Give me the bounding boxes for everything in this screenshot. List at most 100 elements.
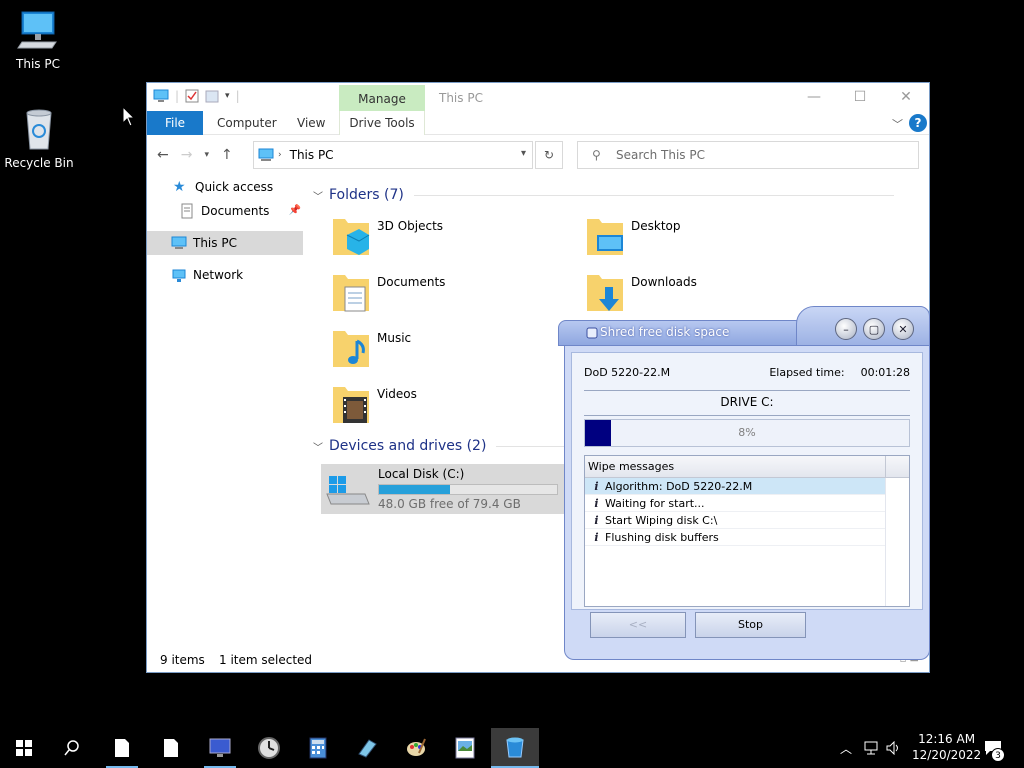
list-item[interactable]: i Waiting for start...	[585, 495, 885, 512]
sidebar-item-this-pc[interactable]: This PC	[147, 231, 303, 255]
group-header-label: Devices and drives (2)	[329, 438, 487, 454]
taskbar-app-monitor[interactable]	[196, 728, 244, 768]
close-button[interactable]: ✕	[883, 83, 929, 111]
folder-label: 3D Objects	[377, 219, 444, 233]
folder-videos[interactable]: Videos	[331, 381, 417, 431]
folder-label: Documents	[377, 275, 446, 289]
taskbar-clock[interactable]: 12:16 AM 12/20/2022	[912, 731, 981, 763]
list-item[interactable]: i Flushing disk buffers	[585, 529, 885, 546]
window-controls: — ☐ ✕	[791, 83, 929, 111]
computer-icon[interactable]	[153, 89, 169, 103]
forward-arrow-icon[interactable]: →	[181, 147, 193, 163]
shredder-icon	[586, 327, 598, 339]
folder-desktop[interactable]: Desktop	[585, 213, 681, 263]
refresh-button[interactable]: ↻	[535, 141, 563, 169]
folder-documents[interactable]: Documents	[331, 269, 445, 319]
list-item[interactable]: i Start Wiping disk C:\	[585, 512, 885, 529]
sidebar-item-quick-access[interactable]: ★ Quick access	[173, 175, 273, 199]
window-title: This PC	[439, 91, 483, 105]
expand-ribbon-icon[interactable]: ﹀	[892, 116, 903, 132]
taskbar-app-clock[interactable]	[245, 728, 293, 768]
taskbar-app-picture-viewer[interactable]	[441, 728, 489, 768]
folder-3d-objects[interactable]: 3D Objects	[331, 213, 443, 263]
chevron-down-icon[interactable]: ▾	[521, 148, 526, 159]
volume-icon[interactable]	[886, 741, 902, 755]
elapsed-label: Elapsed time:	[769, 366, 845, 379]
divider	[584, 415, 910, 416]
clock-time: 12:16 AM	[918, 732, 976, 746]
document-icon	[115, 739, 129, 757]
action-center-button[interactable]: 3	[978, 728, 1024, 768]
chevron-down-icon: ﹀	[313, 191, 323, 203]
list-header[interactable]: Wipe messages	[585, 456, 909, 478]
stop-button[interactable]: Stop	[695, 612, 806, 638]
sidebar-item-network[interactable]: Network	[171, 263, 243, 287]
tab-view[interactable]: View	[297, 111, 325, 135]
drive-local-disk-c[interactable]: Local Disk (C:) 48.0 GB free of 79.4 GB	[321, 464, 569, 514]
info-icon: i	[594, 530, 599, 544]
windows-logo-icon	[16, 740, 32, 756]
selection-count: 1 item selected	[219, 653, 313, 667]
recycle-bin-icon	[506, 737, 524, 758]
maximize-button[interactable]: ▢	[863, 318, 885, 340]
minimize-button[interactable]: –	[835, 318, 857, 340]
tab-file[interactable]: File	[147, 111, 203, 135]
search-button[interactable]	[48, 728, 96, 768]
tab-drive-tools[interactable]: Drive Tools	[339, 111, 425, 135]
wipe-messages-list[interactable]: Wipe messages i Algorithm: DoD 5220-22.M …	[584, 455, 910, 607]
network-icon	[172, 269, 186, 282]
column-header-empty	[885, 456, 909, 478]
taskbar-app-notepad-2[interactable]	[147, 728, 195, 768]
help-icon[interactable]: ?	[909, 114, 927, 132]
star-icon: ★	[173, 179, 186, 195]
info-icon: i	[594, 496, 599, 510]
start-button[interactable]	[0, 728, 48, 768]
group-header-folders[interactable]: ﹀ Folders (7)	[313, 187, 913, 203]
calculator-icon	[309, 737, 327, 759]
desktop-icon-label: Recycle Bin	[4, 156, 74, 170]
drive-label: Local Disk (C:)	[378, 467, 465, 481]
maximize-button[interactable]: ☐	[837, 83, 883, 111]
customize-toolbar-dropdown[interactable]: ▾	[225, 91, 230, 101]
network-icon[interactable]	[863, 741, 879, 755]
back-button[interactable]: <<	[590, 612, 686, 638]
new-folder-icon[interactable]	[205, 89, 219, 103]
algorithm-name: DoD 5220-22.M	[584, 366, 671, 379]
recycle-bin-icon	[26, 109, 52, 150]
minimize-button[interactable]: —	[791, 83, 837, 111]
properties-icon[interactable]	[185, 89, 199, 103]
tab-manage[interactable]: Manage	[339, 85, 425, 111]
drive-free-space: 48.0 GB free of 79.4 GB	[378, 497, 521, 511]
clock-app-icon	[258, 737, 280, 759]
taskbar-app-paint[interactable]	[392, 728, 440, 768]
recent-locations-icon[interactable]: ▾	[204, 150, 209, 160]
drive-label: DRIVE C:	[720, 395, 774, 409]
desktop-icon-this-pc[interactable]: This PC	[0, 8, 76, 71]
taskbar-app-eraser[interactable]	[343, 728, 391, 768]
show-hidden-icons-chevron[interactable]: ︿	[840, 740, 852, 757]
list-item[interactable]: i Algorithm: DoD 5220-22.M	[585, 478, 885, 495]
navigation-bar: ← → ▾ ↑ › This PC ▾ ↻ ⚲ Search This PC	[147, 135, 929, 175]
up-arrow-icon[interactable]: ↑	[221, 147, 233, 163]
document-icon	[164, 739, 178, 757]
tab-computer[interactable]: Computer	[217, 111, 277, 135]
folder-music[interactable]: Music	[331, 325, 411, 375]
toolbar-divider: |	[235, 89, 240, 103]
search-input[interactable]: ⚲ Search This PC	[577, 141, 919, 169]
close-button[interactable]: ✕	[892, 318, 914, 340]
address-bar[interactable]: › This PC ▾	[253, 141, 533, 169]
desktop-icon-recycle-bin[interactable]: Recycle Bin	[1, 107, 77, 170]
back-arrow-icon[interactable]: ←	[157, 147, 169, 163]
taskbar: ︿ 12:16 AM 12/20/2022 3	[0, 728, 1024, 768]
pin-icon[interactable]: 📌	[289, 199, 301, 223]
column-header-wipe-messages: Wipe messages	[588, 460, 675, 473]
taskbar-app-shredder[interactable]	[491, 728, 539, 768]
sidebar-item-documents[interactable]: Documents 📌	[179, 199, 301, 223]
sidebar-item-label: Quick access	[195, 180, 274, 194]
eraser-app-icon	[358, 739, 377, 758]
taskbar-app-notepad-1[interactable]	[98, 728, 146, 768]
address-text: This PC	[289, 148, 334, 162]
folder-label: Music	[377, 331, 412, 345]
taskbar-app-calculator[interactable]	[294, 728, 342, 768]
music-folder-icon	[333, 331, 369, 367]
